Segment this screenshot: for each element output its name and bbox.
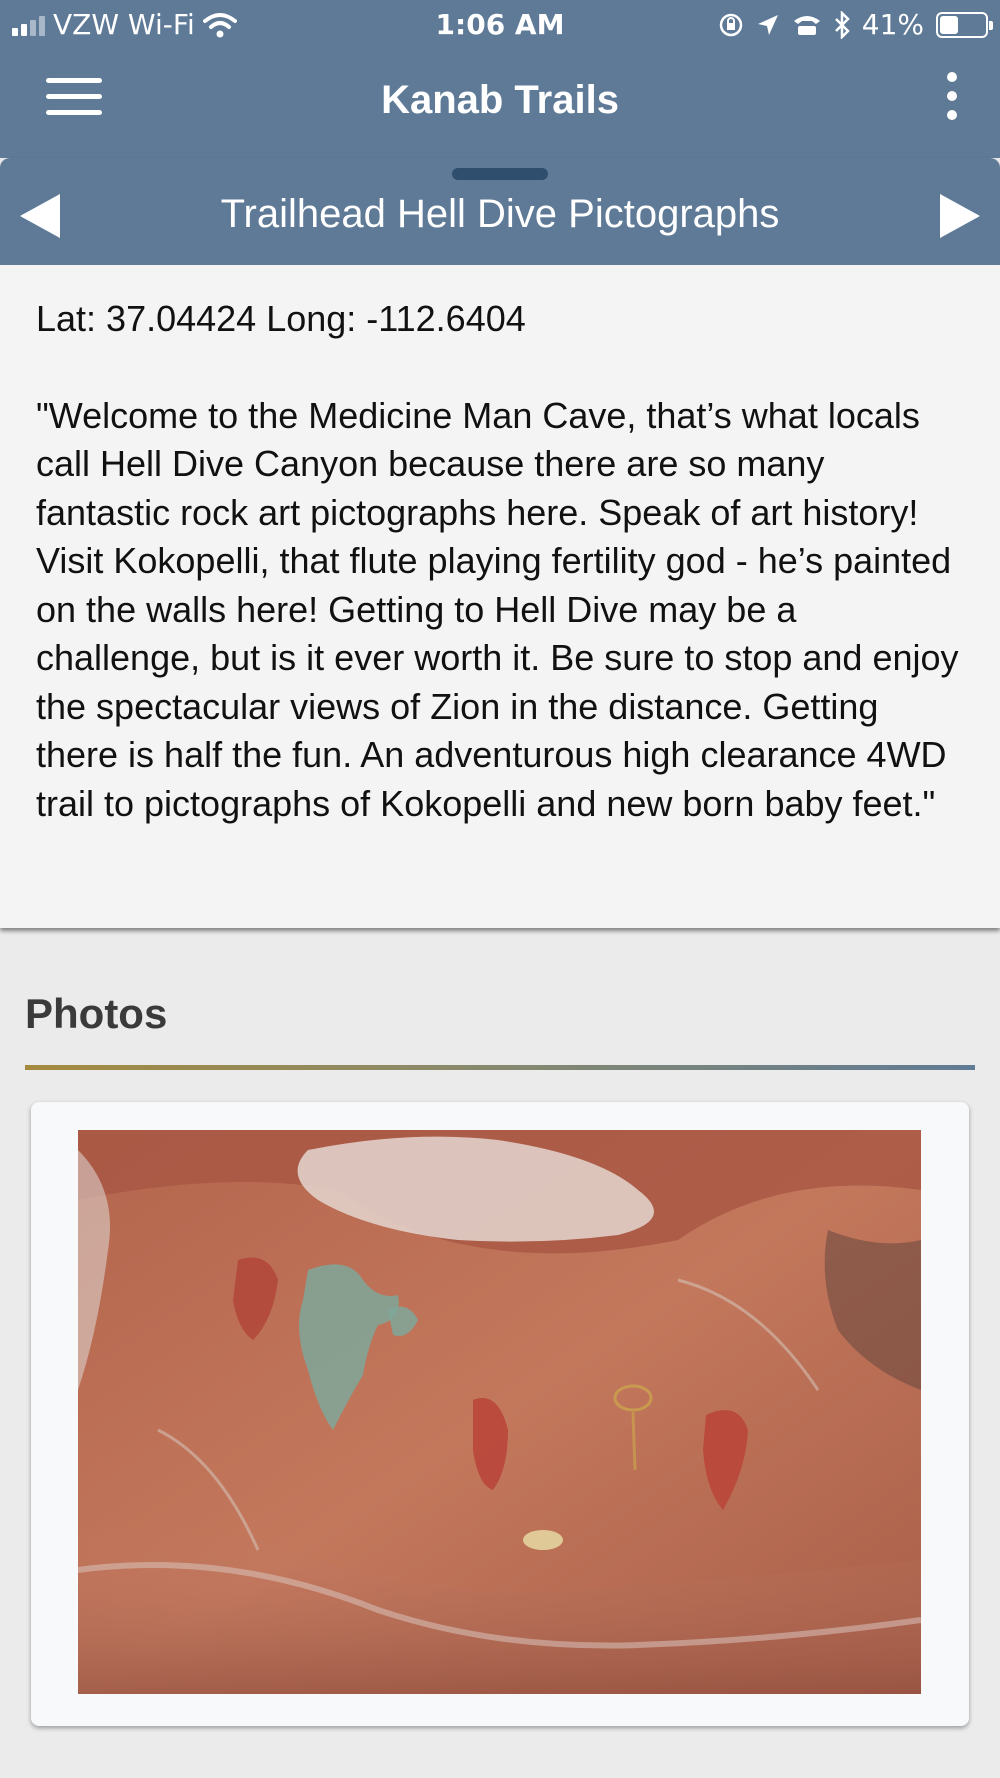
battery-icon	[936, 11, 993, 38]
photo-card[interactable]	[31, 1102, 969, 1726]
app-title: Kanab Trails	[381, 78, 619, 122]
sheet-header: Trailhead Hell Dive Pictographs	[0, 158, 1000, 265]
trail-detail-sheet: Trailhead Hell Dive Pictographs Lat: 37.…	[0, 158, 1000, 928]
app-bar: Kanab Trails	[0, 50, 1000, 155]
photos-divider	[25, 1065, 975, 1070]
tty-icon	[793, 15, 820, 35]
photos-heading: Photos	[25, 990, 168, 1037]
pictograph-photo[interactable]	[78, 1130, 921, 1694]
drag-handle[interactable]	[452, 168, 548, 180]
pictograph-photo-drawing	[78, 1130, 921, 1694]
trail-description: "Welcome to the Medicine Man Cave, that’…	[36, 394, 959, 824]
battery-percent: 41%	[861, 8, 924, 41]
coordinates-text: Lat: 37.04424 Long: -112.6404	[36, 298, 526, 339]
bluetooth-icon	[834, 10, 850, 39]
arrow-right-icon[interactable]	[940, 194, 980, 238]
top-bar: VZW Wi-Fi 1:06 AM 41% Kanab Trails	[0, 0, 1000, 158]
orientation-lock-icon	[719, 13, 743, 36]
sheet-body: Lat: 37.04424 Long: -112.6404 "Welcome t…	[0, 265, 1000, 828]
status-bar: VZW Wi-Fi 1:06 AM 41%	[0, 0, 1000, 50]
location-arrow-icon	[757, 14, 778, 35]
trailhead-title: Trailhead Hell Dive Pictographs	[220, 192, 780, 236]
kebab-more-icon[interactable]	[942, 72, 962, 128]
